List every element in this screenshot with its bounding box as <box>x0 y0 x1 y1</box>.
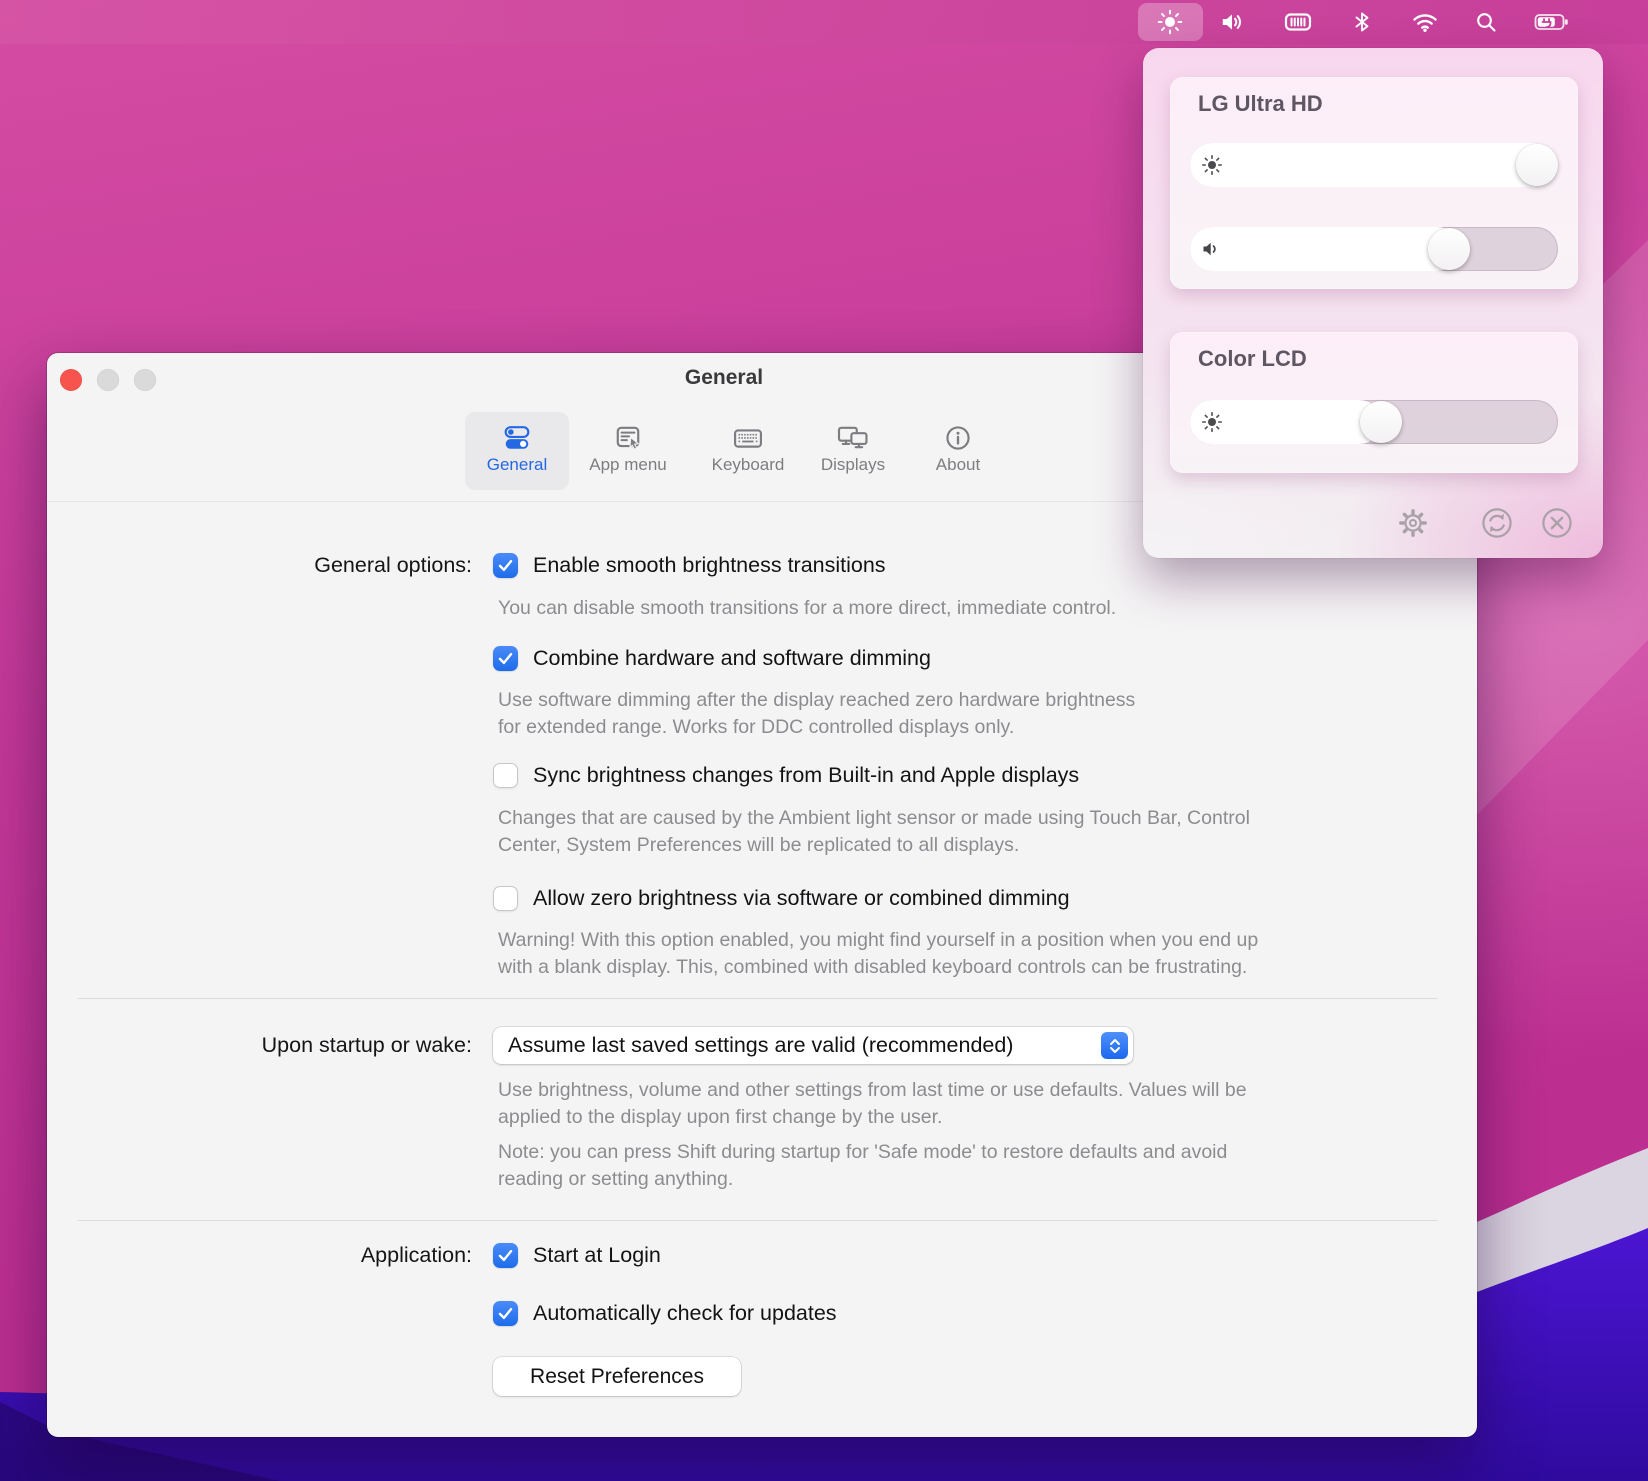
brightness-icon <box>1201 411 1223 433</box>
volume-menu-icon[interactable] <box>1219 9 1245 35</box>
brightness-slider[interactable] <box>1190 400 1558 444</box>
display-card-lg-ultra-hd: LG Ultra HD <box>1170 77 1578 289</box>
page-title: General <box>574 366 874 390</box>
checkbox-label: Enable smooth brightness transitions <box>533 553 886 578</box>
spotlight-search-icon[interactable] <box>1474 10 1498 34</box>
tab-displays[interactable]: Displays <box>801 412 905 490</box>
section-divider <box>78 998 1438 999</box>
settings-gear-icon[interactable] <box>1395 505 1431 541</box>
checkbox-combine-dimming[interactable]: Combine hardware and software dimming <box>493 644 931 672</box>
checkbox-icon[interactable] <box>493 553 518 578</box>
startup-label: Upon startup or wake: <box>47 1031 472 1059</box>
tab-label: App menu <box>589 455 667 475</box>
slider-thumb[interactable] <box>1516 144 1558 186</box>
checkbox-smooth-transitions[interactable]: Enable smooth brightness transitions <box>493 551 886 579</box>
tab-general[interactable]: General <box>465 412 569 490</box>
volume-icon <box>1201 239 1221 259</box>
keyboard-icon <box>732 412 764 452</box>
checkbox-icon[interactable] <box>493 1301 518 1326</box>
brightness-menu-icon[interactable] <box>1157 9 1183 35</box>
checkbox-label: Combine hardware and software dimming <box>533 646 931 671</box>
tab-label: Keyboard <box>712 455 785 475</box>
checkbox-label: Start at Login <box>533 1243 661 1268</box>
tab-app-menu[interactable]: App menu <box>576 412 680 490</box>
section-divider <box>78 1220 1438 1221</box>
checkbox-icon[interactable] <box>493 763 518 788</box>
checkbox-zero-brightness[interactable]: Allow zero brightness via software or co… <box>493 884 1070 912</box>
startup-description: Use brightness, volume and other setting… <box>498 1077 1247 1131</box>
checkbox-label: Automatically check for updates <box>533 1301 837 1326</box>
checkbox-icon[interactable] <box>493 646 518 671</box>
checkbox-start-at-login[interactable]: Start at Login <box>493 1241 661 1269</box>
display-card-color-lcd: Color LCD <box>1170 332 1578 473</box>
tab-about[interactable]: About <box>906 412 1010 490</box>
slider-thumb[interactable] <box>1360 401 1402 443</box>
option-description: Changes that are caused by the Ambient l… <box>498 805 1250 859</box>
close-icon[interactable] <box>1539 505 1575 541</box>
info-icon <box>943 412 973 452</box>
reset-preferences-button[interactable]: Reset Preferences <box>493 1357 741 1396</box>
displays-popover: LG Ultra HD <box>1143 48 1603 558</box>
application-label: Application: <box>47 1241 472 1269</box>
dropdown-value: Assume last saved settings are valid (re… <box>508 1033 1013 1058</box>
chevron-up-down-icon <box>1101 1032 1128 1059</box>
slider-fill <box>1190 227 1459 271</box>
wifi-menu-icon[interactable] <box>1411 10 1439 34</box>
tab-label: Displays <box>821 455 885 475</box>
app-menu-icon <box>613 412 643 452</box>
slider-thumb[interactable] <box>1428 228 1470 270</box>
startup-note: Note: you can press Shift during startup… <box>498 1139 1227 1193</box>
checkbox-icon[interactable] <box>493 1243 518 1268</box>
checkbox-label: Allow zero brightness via software or co… <box>533 886 1070 911</box>
menu-bar <box>0 0 1648 44</box>
checkbox-label: Sync brightness changes from Built-in an… <box>533 763 1079 788</box>
window-minimize-button[interactable] <box>97 369 119 391</box>
tab-keyboard[interactable]: Keyboard <box>696 412 800 490</box>
checkbox-icon[interactable] <box>493 886 518 911</box>
display-name: LG Ultra HD <box>1198 91 1323 117</box>
option-description: Use software dimming after the display r… <box>498 687 1135 741</box>
bluetooth-menu-icon[interactable] <box>1350 9 1374 35</box>
slider-fill <box>1190 143 1558 187</box>
checkbox-sync-brightness[interactable]: Sync brightness changes from Built-in an… <box>493 761 1079 789</box>
brightness-slider[interactable] <box>1190 143 1558 187</box>
checkbox-auto-updates[interactable]: Automatically check for updates <box>493 1299 837 1327</box>
tab-label: About <box>936 455 980 475</box>
option-description: You can disable smooth transitions for a… <box>498 595 1116 622</box>
brightness-icon <box>1201 154 1223 176</box>
general-options-label: General options: <box>47 551 472 579</box>
window-zoom-button[interactable] <box>134 369 156 391</box>
displays-icon <box>836 412 870 452</box>
refresh-icon[interactable] <box>1479 505 1515 541</box>
toggles-icon <box>502 412 532 452</box>
battery-charging-icon[interactable] <box>1534 10 1570 34</box>
display-name: Color LCD <box>1198 346 1307 372</box>
keyboard-brightness-menu-icon[interactable] <box>1284 9 1312 35</box>
tab-label: General <box>487 455 547 475</box>
volume-slider[interactable] <box>1190 227 1558 271</box>
option-description: Warning! With this option enabled, you m… <box>498 927 1258 981</box>
window-close-button[interactable] <box>60 369 82 391</box>
startup-dropdown[interactable]: Assume last saved settings are valid (re… <box>493 1027 1133 1064</box>
